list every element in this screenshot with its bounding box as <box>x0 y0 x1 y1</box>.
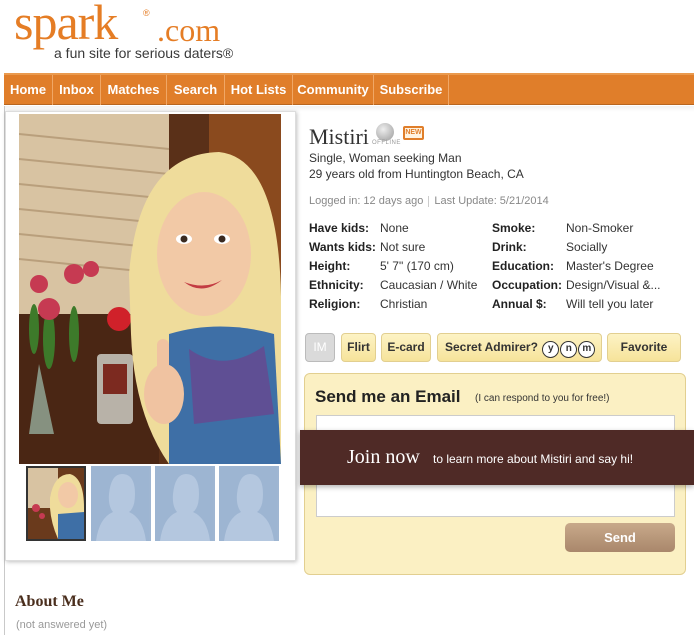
detail-label-ethnicity: Ethnicity: <box>309 278 364 292</box>
detail-value-occupation: Design/Visual &... <box>566 278 661 292</box>
nav-matches[interactable]: Matches <box>101 75 167 105</box>
detail-value-smoke: Non-Smoker <box>566 221 634 235</box>
photo-thumbnail-placeholder-3 <box>155 466 215 541</box>
nav-search[interactable]: Search <box>167 75 225 105</box>
detail-label-drink: Drink: <box>492 240 527 254</box>
admirer-no-button[interactable]: n <box>560 341 578 358</box>
admirer-maybe-button[interactable]: m <box>578 341 596 358</box>
detail-value-have-kids: None <box>380 221 409 235</box>
flirt-button[interactable]: Flirt <box>341 333 376 362</box>
detail-label-occupation: Occupation: <box>492 278 563 292</box>
detail-label-height: Height: <box>309 259 351 273</box>
detail-value-drink: Socially <box>566 240 608 254</box>
photo-thumbnail-placeholder-2 <box>91 466 151 541</box>
detail-value-religion: Christian <box>380 297 428 311</box>
main-nav: Home Inbox Matches Search Hot Lists Comm… <box>4 73 694 105</box>
silhouette-icon <box>219 466 277 541</box>
offline-status-label: OFFLINE <box>372 140 401 146</box>
detail-value-wants-kids: Not sure <box>380 240 426 254</box>
logo-wordmark: spark <box>14 0 118 50</box>
silhouette-icon <box>155 466 213 541</box>
offline-status-icon <box>376 123 394 141</box>
secret-admirer-label: Secret Admirer? <box>445 340 538 354</box>
detail-value-annual-income: Will tell you later <box>566 297 654 311</box>
photo-thumbnail-1[interactable] <box>26 466 86 541</box>
nav-subscribe[interactable]: Subscribe <box>374 75 449 105</box>
ecard-button[interactable]: E-card <box>381 333 431 362</box>
photo-thumbnail-placeholder-4 <box>219 466 279 541</box>
last-update-text: Last Update: 5/21/2014 <box>434 195 549 207</box>
silhouette-icon <box>91 466 149 541</box>
detail-label-wants-kids: Wants kids: <box>309 240 376 254</box>
detail-value-ethnicity: Caucasian / White <box>380 278 478 292</box>
profile-photo-image <box>19 114 281 464</box>
logo-registered: ® <box>143 8 150 18</box>
logo-suffix: .com <box>157 12 221 48</box>
detail-label-annual-income: Annual $: <box>492 297 547 311</box>
detail-value-height: 5' 7" (170 cm) <box>380 259 454 273</box>
favorite-button[interactable]: Favorite <box>607 333 681 362</box>
detail-label-religion: Religion: <box>309 297 361 311</box>
nav-inbox[interactable]: Inbox <box>53 75 101 105</box>
admirer-yes-button[interactable]: y <box>542 341 560 358</box>
about-me-heading: About Me <box>15 593 84 610</box>
profile-name: Mistiri <box>309 124 369 149</box>
profile-seeking: Single, Woman seeking Man <box>309 151 462 165</box>
divider <box>428 195 430 207</box>
detail-label-smoke: Smoke: <box>492 221 536 235</box>
logged-in-text: Logged in: 12 days ago <box>309 195 424 207</box>
email-title: Send me an Email <box>315 387 461 406</box>
detail-label-have-kids: Have kids: <box>309 221 370 235</box>
profile-age-location: 29 years old from Huntington Beach, CA <box>309 167 524 181</box>
nav-home[interactable]: Home <box>4 75 53 105</box>
detail-value-education: Master's Degree <box>566 259 654 273</box>
nav-community[interactable]: Community <box>293 75 374 105</box>
im-button[interactable]: IM <box>305 333 335 362</box>
thumbnail-photo-image <box>28 468 84 539</box>
logo-tagline: a fun site for serious daters® <box>54 45 234 61</box>
join-now-subtitle: to learn more about Mistiri and say hi! <box>433 452 634 466</box>
about-me-text: (not answered yet) <box>16 619 108 631</box>
profile-activity: Logged in: 12 days ago Last Update: 5/21/… <box>309 195 549 207</box>
send-button[interactable]: Send <box>565 523 675 552</box>
join-now-title[interactable]: Join now <box>347 446 420 469</box>
main-profile-photo[interactable] <box>19 114 281 464</box>
detail-label-education: Education: <box>492 259 554 273</box>
email-subtitle: (I can respond to you for free!) <box>475 393 610 404</box>
nav-hot-lists[interactable]: Hot Lists <box>225 75 293 105</box>
new-badge-icon: NEW <box>403 126 424 140</box>
site-logo[interactable]: spark ® .com a fun site for serious date… <box>14 0 244 66</box>
secret-admirer-button[interactable]: Secret Admirer? ynm <box>437 333 602 362</box>
